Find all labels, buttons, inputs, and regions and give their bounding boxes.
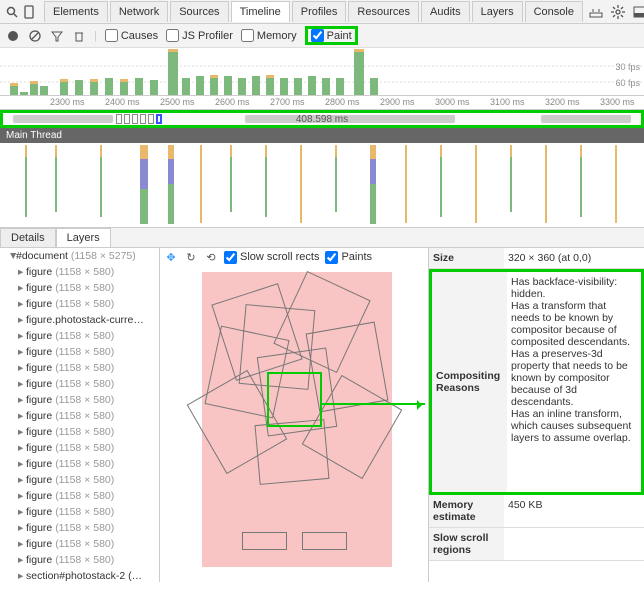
tab-timeline[interactable]: Timeline <box>231 1 290 22</box>
devtools-toolbar: Elements Network Sources Timeline Profil… <box>0 0 644 24</box>
reset-icon[interactable]: ⟲ <box>204 250 218 264</box>
tree-item[interactable]: ▸figure (1158 × 580) <box>0 264 159 280</box>
tree-item[interactable]: ▸figure.photostack-curre… <box>0 312 159 328</box>
tree-item[interactable]: ▸figure (1158 × 580) <box>0 344 159 360</box>
tree-item[interactable]: ▸figure (1158 × 580) <box>0 456 159 472</box>
canvas-document <box>202 272 392 567</box>
time-ruler[interactable]: 2300 ms 2400 ms 2500 ms 2600 ms 2700 ms … <box>0 96 644 110</box>
prop-slowscroll-label: Slow scroll regions <box>429 528 504 560</box>
tab-layers[interactable]: Layers <box>472 1 523 22</box>
tree-item[interactable]: ▸figure (1158 × 580) <box>0 472 159 488</box>
tree-item[interactable]: ▸section#photostack-2 (… <box>0 568 159 582</box>
dock-icon[interactable] <box>633 5 644 19</box>
tab-console[interactable]: Console <box>525 1 583 22</box>
tree-item[interactable]: ▸figure (1158 × 580) <box>0 552 159 568</box>
checkbox-jsprofiler[interactable]: JS Profiler <box>166 29 233 42</box>
tree-item[interactable]: ▸figure (1158 × 580) <box>0 360 159 376</box>
checkbox-slow-scroll[interactable]: Slow scroll rects <box>224 251 319 264</box>
tree-item[interactable]: ▸figure (1158 × 580) <box>0 488 159 504</box>
rotate-icon[interactable]: ↻ <box>184 250 198 264</box>
tab-audits[interactable]: Audits <box>421 1 470 22</box>
toolbar-right <box>589 5 644 19</box>
tab-resources[interactable]: Resources <box>348 1 419 22</box>
tree-item[interactable]: ▸figure (1158 × 580) <box>0 520 159 536</box>
prop-slowscroll-value <box>504 528 644 560</box>
tree-item[interactable]: ▸figure (1158 × 580) <box>0 504 159 520</box>
checkbox-paint[interactable]: Paint <box>305 26 358 45</box>
checkbox-memory[interactable]: Memory <box>241 29 297 42</box>
prop-compositing-label: Compositing Reasons <box>432 272 507 492</box>
prop-memory-value: 450 KB <box>504 495 644 527</box>
layers-tree[interactable]: ▼#document (1158 × 5275) ▸figure (1158 ×… <box>0 248 160 582</box>
detail-tabs: Details Layers <box>0 228 644 248</box>
tree-root[interactable]: ▼#document (1158 × 5275) <box>0 248 159 264</box>
tree-item[interactable]: ▸figure (1158 × 580) <box>0 424 159 440</box>
highlight-arrow <box>320 403 425 405</box>
pan-icon[interactable]: ✥ <box>164 250 178 264</box>
tree-item[interactable]: ▸figure (1158 × 580) <box>0 328 159 344</box>
tab-sources[interactable]: Sources <box>170 1 228 22</box>
selected-layer-quad[interactable] <box>267 372 322 427</box>
clear-icon[interactable] <box>28 29 42 43</box>
flamechart[interactable] <box>0 143 644 228</box>
prop-compositing-value: Has backface-visibility: hidden. Has a t… <box>507 272 641 492</box>
tab-elements[interactable]: Elements <box>44 1 108 22</box>
drawer-icon[interactable] <box>589 5 603 19</box>
tree-item[interactable]: ▸figure (1158 × 580) <box>0 392 159 408</box>
overview-bar[interactable]: 408.598 ms <box>0 110 644 128</box>
fps-chart[interactable]: 30 fps 60 fps <box>0 48 644 96</box>
prop-size-value: 320 × 360 (at 0,0) <box>504 248 644 268</box>
garbage-icon[interactable] <box>72 29 86 43</box>
prop-size-label: Size <box>429 248 504 268</box>
timeline-toolbar: | Causes JS Profiler Memory Paint <box>0 24 644 48</box>
tab-network[interactable]: Network <box>110 1 168 22</box>
checkbox-causes[interactable]: Causes <box>105 29 158 42</box>
layers-canvas-toolbar: ✥ ↻ ⟲ Slow scroll rects Paints <box>164 250 372 264</box>
overview-selection[interactable] <box>156 114 162 124</box>
mainthread-header: Main Thread <box>0 128 644 143</box>
checkbox-paints[interactable]: Paints <box>325 251 372 264</box>
layers-panel: ▼#document (1158 × 5275) ▸figure (1158 ×… <box>0 248 644 582</box>
layers-canvas[interactable]: ✥ ↻ ⟲ Slow scroll rects Paints <box>160 248 428 582</box>
device-icon[interactable] <box>24 5 34 19</box>
gear-icon[interactable] <box>611 5 625 19</box>
tree-item[interactable]: ▸figure (1158 × 580) <box>0 536 159 552</box>
tree-item[interactable]: ▸figure (1158 × 580) <box>0 408 159 424</box>
tab-details[interactable]: Details <box>0 228 56 247</box>
tab-layers-detail[interactable]: Layers <box>56 228 111 247</box>
tree-item[interactable]: ▸figure (1158 × 580) <box>0 376 159 392</box>
tree-item[interactable]: ▸figure (1158 × 580) <box>0 280 159 296</box>
filter-icon[interactable] <box>50 29 64 43</box>
tree-item[interactable]: ▸figure (1158 × 580) <box>0 440 159 456</box>
search-icon[interactable] <box>6 5 18 19</box>
tab-profiles[interactable]: Profiles <box>292 1 347 22</box>
prop-memory-label: Memory estimate <box>429 495 504 527</box>
overview-time: 408.598 ms <box>296 114 348 125</box>
layer-properties: Size 320 × 360 (at 0,0) Compositing Reas… <box>428 248 644 582</box>
panel-tabs: Elements Network Sources Timeline Profil… <box>44 1 583 22</box>
tree-item[interactable]: ▸figure (1158 × 580) <box>0 296 159 312</box>
record-icon[interactable] <box>6 29 20 43</box>
